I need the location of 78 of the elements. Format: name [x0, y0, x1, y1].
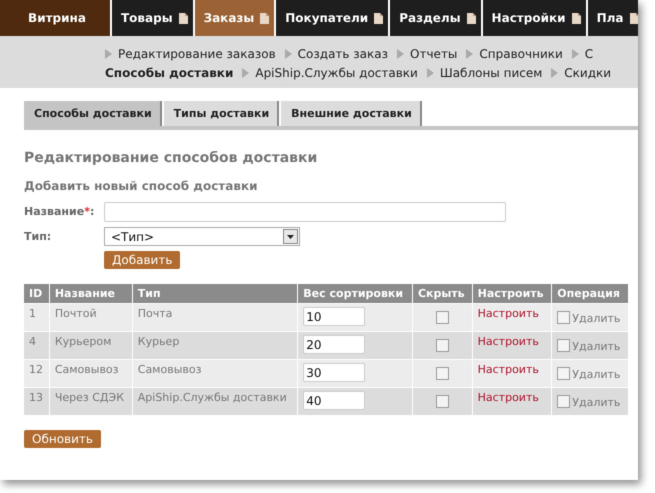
triangle-icon — [242, 68, 250, 78]
triangle-icon — [284, 48, 292, 58]
tab[interactable]: Типы доставки — [164, 101, 280, 126]
column-header: ID — [24, 284, 49, 303]
menu-tab[interactable]: Пла — [588, 0, 638, 36]
delete-label: Удалить — [572, 368, 620, 381]
tab[interactable]: Внешние доставки — [281, 101, 422, 126]
name-input-field[interactable] — [104, 202, 506, 222]
table-cell: 4 — [24, 332, 49, 359]
column-header: Вес сортировки — [298, 284, 412, 303]
column-header: Скрыть — [412, 284, 472, 303]
section-heading: Добавить новый способ доставки — [24, 179, 259, 193]
delete-label: Удалить — [572, 312, 620, 325]
delete-checkbox[interactable] — [557, 311, 570, 324]
update-button[interactable]: Обновить — [24, 430, 101, 448]
field-label: Тип: — [24, 230, 52, 243]
delete-checkbox[interactable] — [557, 367, 570, 380]
menu-tab[interactable]: Заказы — [194, 0, 274, 36]
submenu-link[interactable]: С — [584, 46, 594, 60]
submenu-link[interactable]: Скидки — [564, 66, 612, 80]
document-icon — [178, 12, 188, 24]
document-icon — [374, 12, 384, 24]
hide-checkbox[interactable] — [436, 311, 449, 324]
column-header: Операция — [552, 284, 628, 303]
sort-weight-field[interactable]: 10 — [303, 307, 366, 326]
delete-label: Удалить — [572, 340, 620, 353]
required-mark: * — [84, 205, 90, 218]
submenu-link[interactable]: Способы доставки — [105, 66, 234, 80]
add-button[interactable]: Добавить — [104, 251, 180, 269]
triangle-icon — [426, 68, 434, 78]
menu-tab[interactable]: Товары — [112, 0, 193, 36]
submenu-link[interactable]: Справочники — [479, 46, 563, 60]
submenu-link[interactable]: Редактирование заказов — [118, 46, 276, 60]
submenu-link[interactable]: Отчеты — [410, 46, 458, 60]
document-icon — [260, 12, 270, 24]
table-cell: Через СДЭК — [50, 388, 132, 415]
menu-tab[interactable]: Витрина — [0, 0, 110, 36]
hide-checkbox[interactable] — [436, 367, 449, 380]
delete-checkbox[interactable] — [557, 395, 570, 408]
triangle-icon — [466, 48, 474, 58]
column-header: Название — [50, 284, 132, 303]
hide-checkbox[interactable] — [436, 339, 449, 352]
document-icon — [572, 12, 581, 24]
delete-label: Удалить — [572, 396, 620, 409]
document-icon — [466, 12, 476, 24]
triangle-icon — [572, 48, 579, 58]
label-colon: : — [90, 205, 94, 218]
triangle-icon — [397, 48, 404, 58]
triangle-icon — [105, 48, 112, 58]
table-cell: Почта — [132, 304, 298, 331]
sort-weight-field[interactable]: 20 — [303, 335, 366, 354]
submenu-link[interactable]: Создать заказ — [298, 46, 388, 60]
submenu-link[interactable]: ApiShip.Службы доставки — [255, 66, 418, 80]
menu-tab[interactable]: Покупатели — [276, 0, 388, 36]
document-icon — [630, 12, 638, 24]
delete-checkbox[interactable] — [557, 339, 570, 352]
sort-weight-field[interactable]: 30 — [303, 363, 366, 382]
table-cell: Самовывоз — [50, 360, 132, 387]
page-heading: Редактирование способов доставки — [24, 150, 318, 166]
sort-weight-field[interactable]: 40 — [303, 391, 366, 410]
column-header: Настроить — [472, 284, 552, 303]
table-cell: Самовывоз — [132, 360, 298, 387]
hide-checkbox[interactable] — [436, 395, 449, 408]
submenu-link[interactable]: Шаблоны писем — [440, 66, 542, 80]
menu-tab[interactable]: Настройки — [482, 0, 586, 36]
menu-tab[interactable]: Разделы — [390, 0, 481, 36]
table-cell: Курьером — [50, 332, 132, 359]
table-cell: ApiShip.Службы доставки — [132, 388, 298, 415]
table-cell: 13 — [24, 388, 49, 415]
table-cell: Почтой — [50, 304, 132, 331]
type-dropdown[interactable]: <Тип> — [104, 227, 300, 246]
table-cell: Курьер — [132, 332, 298, 359]
triangle-icon — [551, 68, 558, 78]
field-label: Название — [24, 205, 84, 218]
table-cell: 12 — [24, 360, 49, 387]
column-header: Тип — [132, 284, 298, 303]
table-cell: 1 — [24, 304, 49, 331]
tab[interactable]: Способы доставки — [24, 101, 162, 126]
